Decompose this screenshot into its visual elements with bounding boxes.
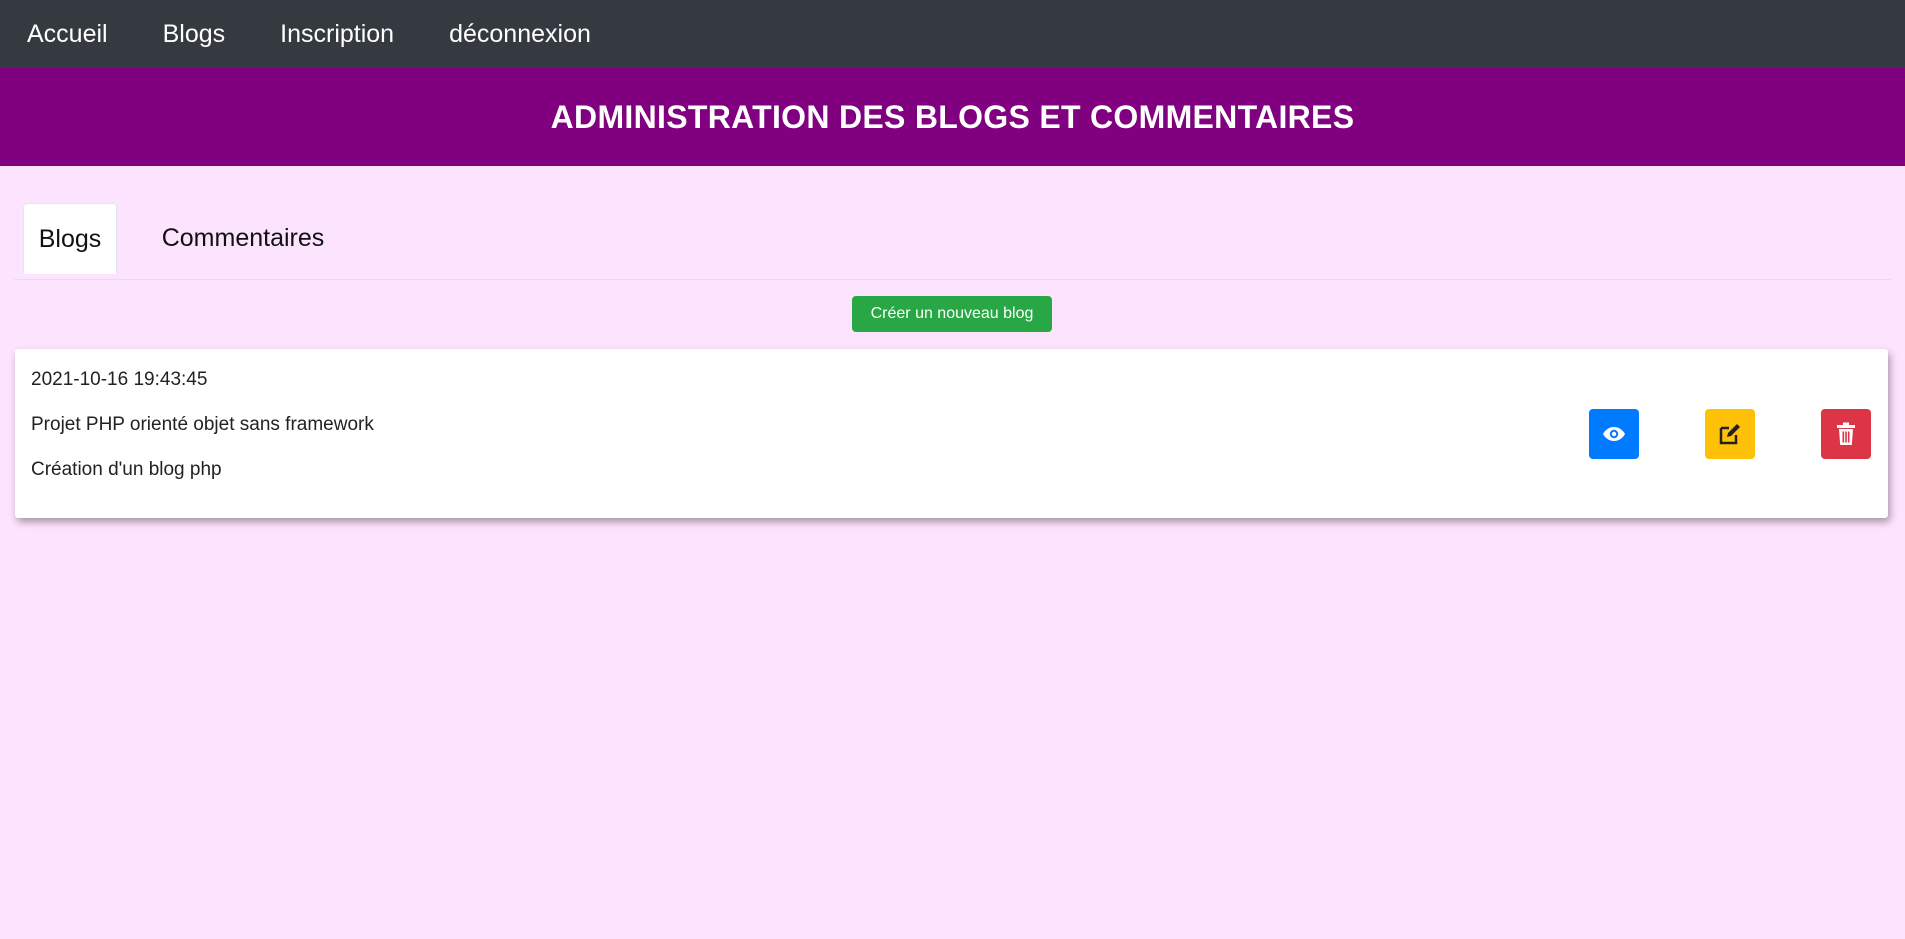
top-navbar: Accueil Blogs Inscription déconnexion (0, 0, 1905, 68)
view-blog-button[interactable] (1589, 409, 1639, 459)
page-title: ADMINISTRATION DES BLOGS ET COMMENTAIRES (550, 98, 1355, 135)
trash-icon (1837, 422, 1855, 445)
delete-blog-button[interactable] (1821, 409, 1871, 459)
blog-title: Projet PHP orienté objet sans framework (31, 414, 374, 435)
nav-link-blogs[interactable]: Blogs (163, 20, 226, 49)
nav-link-inscription[interactable]: Inscription (280, 20, 394, 49)
blog-description: Création d'un blog php (31, 459, 222, 480)
nav-link-accueil[interactable]: Accueil (27, 20, 108, 49)
edit-icon (1719, 424, 1740, 445)
tab-bar: Blogs Commentaires (14, 203, 1891, 280)
create-blog-button[interactable]: Créer un nouveau blog (852, 296, 1052, 332)
tab-commentaires[interactable]: Commentaires (148, 203, 338, 273)
admin-banner: ADMINISTRATION DES BLOGS ET COMMENTAIRES (0, 68, 1905, 166)
edit-blog-button[interactable] (1705, 409, 1755, 459)
blog-date: 2021-10-16 19:43:45 (31, 369, 208, 390)
tab-blogs[interactable]: Blogs (23, 203, 117, 274)
eye-icon (1603, 427, 1625, 441)
nav-link-deconnexion[interactable]: déconnexion (449, 20, 591, 49)
blog-card: 2021-10-16 19:43:45 Projet PHP orienté o… (15, 349, 1888, 518)
